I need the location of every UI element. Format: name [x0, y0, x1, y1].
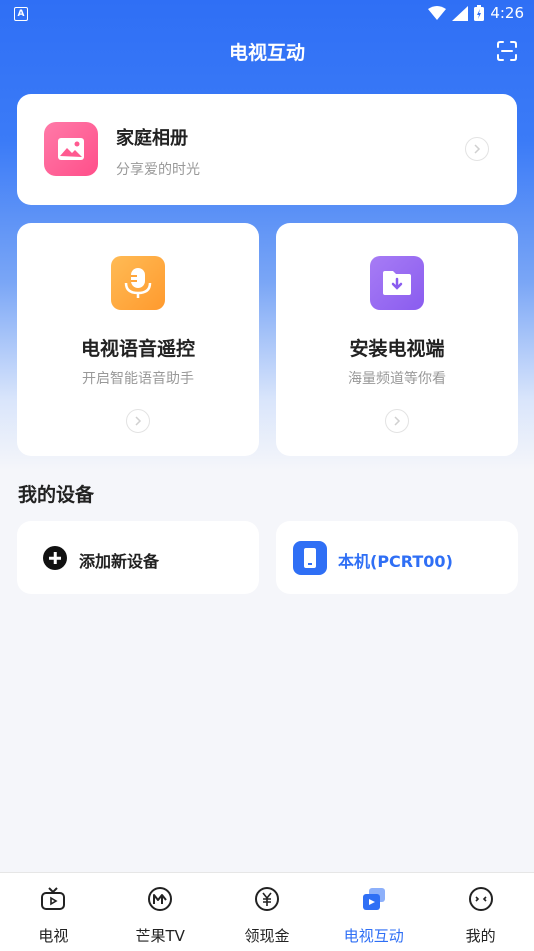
wifi-icon — [428, 6, 447, 20]
status-bar: A 4:26 — [0, 0, 534, 28]
local-device-label: 本机(PCRT00) — [338, 552, 453, 571]
album-subtitle: 分享爱的时光 — [116, 162, 200, 178]
install-tv-app-card[interactable]: 安装电视端 海量频道等你看 — [276, 223, 518, 456]
folder-download-icon — [370, 256, 424, 310]
install-tv-subtitle: 海量频道等你看 — [348, 371, 446, 387]
voice-remote-subtitle: 开启智能语音助手 — [82, 371, 194, 387]
tab-tv[interactable]: 电视 — [0, 873, 107, 951]
photo-album-icon — [44, 122, 98, 176]
tab-cash[interactable]: 领现金 — [214, 873, 321, 951]
yen-coin-icon — [254, 887, 279, 911]
page-title: 电视互动 — [228, 42, 305, 64]
bottom-tab-bar: 电视 芒果TV 领现金 电视互动 我的 — [0, 872, 534, 951]
tab-profile[interactable]: 我的 — [427, 873, 534, 951]
status-time: 4:26 — [490, 4, 524, 22]
tab-label: 芒果TV — [135, 927, 185, 945]
signal-icon — [452, 5, 469, 21]
add-icon — [43, 546, 67, 570]
tab-tv-interact[interactable]: 电视互动 — [320, 873, 427, 951]
my-devices-heading: 我的设备 — [18, 484, 95, 506]
add-device-button[interactable]: 添加新设备 — [17, 521, 259, 594]
tab-mango-tv[interactable]: 芒果TV — [107, 873, 214, 951]
chevron-right-icon — [465, 137, 489, 161]
chevron-right-icon — [126, 409, 150, 433]
install-tv-title: 安装电视端 — [349, 338, 445, 360]
tab-label: 我的 — [465, 927, 496, 945]
profile-face-icon — [468, 887, 493, 911]
add-device-label: 添加新设备 — [79, 552, 160, 571]
tab-label: 领现金 — [244, 927, 290, 945]
album-title: 家庭相册 — [116, 128, 188, 149]
app-bar: 电视互动 — [0, 28, 534, 76]
voice-remote-title: 电视语音遥控 — [80, 338, 195, 360]
family-album-card[interactable]: 家庭相册 分享爱的时光 — [17, 94, 517, 205]
voice-remote-card[interactable]: 电视语音遥控 开启智能语音助手 — [17, 223, 259, 456]
scan-icon[interactable] — [496, 40, 518, 62]
mango-tv-icon — [148, 887, 173, 911]
notification-icon: A — [14, 7, 28, 21]
phone-icon — [293, 541, 327, 575]
tab-label: 电视 — [38, 927, 69, 945]
local-device-item[interactable]: 本机(PCRT00) — [276, 521, 518, 594]
microphone-icon — [111, 256, 165, 310]
tab-label: 电视互动 — [343, 927, 404, 945]
tv-icon — [41, 887, 66, 910]
chevron-right-icon — [385, 409, 409, 433]
battery-icon — [474, 5, 485, 21]
tv-interact-icon — [362, 888, 385, 910]
